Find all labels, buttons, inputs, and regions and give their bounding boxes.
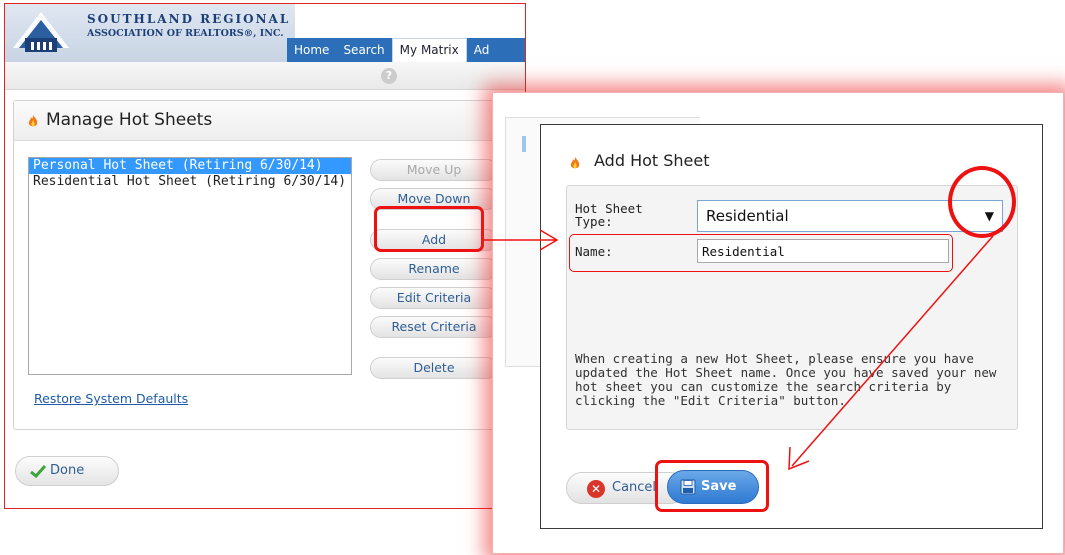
nav-tab-ad[interactable]: Ad [467, 38, 497, 62]
nav-tab-home[interactable]: Home [287, 38, 336, 62]
list-item[interactable]: Residential Hot Sheet (Retiring 6/30/14) [29, 174, 351, 190]
nav-tab-my-matrix[interactable]: My Matrix [391, 38, 467, 62]
done-label: Done [50, 463, 85, 478]
fire-icon [28, 115, 38, 127]
dropdown-highlight-circle [948, 166, 1016, 238]
nav-bar: Home Search My Matrix Ad [287, 38, 525, 62]
dialog-title: Add Hot Sheet [594, 151, 710, 170]
cancel-x-icon: ✕ [587, 480, 605, 498]
logo-title: SOUTHLAND REGIONAL [87, 12, 291, 26]
move-up-button[interactable]: Move Up [370, 159, 498, 181]
list-item[interactable]: Personal Hot Sheet (Retiring 6/30/14) [29, 158, 351, 174]
logo-subtitle: ASSOCIATION OF REALTORS®, INC. [87, 28, 284, 39]
background-window: SOUTHLAND REGIONAL ASSOCIATION OF REALTO… [4, 3, 526, 509]
fire-icon [570, 157, 580, 169]
help-icon[interactable]: ? [381, 68, 397, 84]
toolbar: ? [5, 62, 525, 90]
dialog-form-panel: Hot Sheet Type: Residential ▼ Name: When… [566, 185, 1018, 430]
delete-button[interactable]: Delete [370, 357, 498, 379]
dialog-info-text: When creating a new Hot Sheet, please en… [575, 351, 997, 408]
reset-criteria-button[interactable]: Reset Criteria [370, 316, 498, 338]
page-title: Manage Hot Sheets [46, 110, 213, 130]
logo-emblem-icon [13, 12, 69, 52]
hot-sheet-list[interactable]: Personal Hot Sheet (Retiring 6/30/14) Re… [28, 157, 352, 375]
header: SOUTHLAND REGIONAL ASSOCIATION OF REALTO… [5, 4, 525, 62]
rename-button[interactable]: Rename [370, 258, 498, 280]
hot-sheet-type-value: Residential [706, 207, 789, 225]
manage-hot-sheets-panel: Manage Hot Sheets Personal Hot Sheet (Re… [13, 100, 525, 430]
restore-defaults-link[interactable]: Restore System Defaults [34, 391, 188, 406]
done-button[interactable]: Done [15, 456, 119, 486]
cancel-label: Cancel [612, 480, 657, 495]
save-button-highlight [655, 460, 769, 512]
panel-header: Manage Hot Sheets [14, 101, 525, 141]
edit-criteria-button[interactable]: Edit Criteria [370, 287, 498, 309]
name-field-highlight [569, 234, 953, 272]
hot-sheet-type-label: Hot Sheet Type: [575, 201, 643, 229]
add-button-highlight [374, 206, 484, 252]
nav-tab-search[interactable]: Search [336, 38, 391, 62]
background-selection-fragment [522, 136, 526, 152]
logo[interactable]: SOUTHLAND REGIONAL ASSOCIATION OF REALTO… [5, 4, 295, 62]
checkmark-icon [30, 464, 46, 478]
